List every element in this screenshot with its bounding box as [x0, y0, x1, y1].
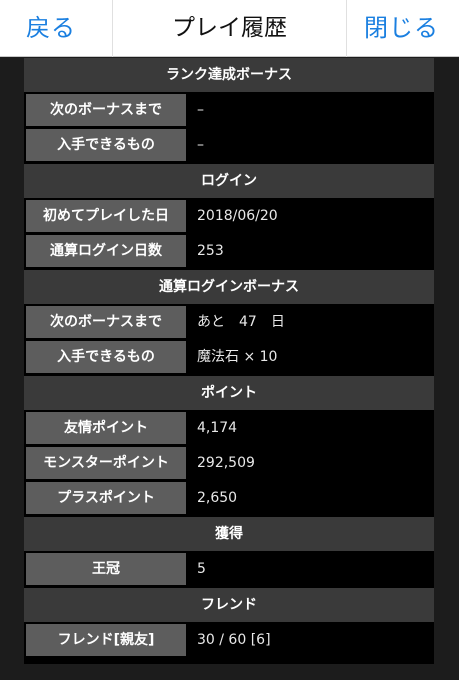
table-row: 王冠 5 — [24, 552, 434, 586]
table-row: プラスポイント 2,650 — [24, 481, 434, 515]
row-value: 5 — [188, 553, 432, 585]
table-row: モンスターポイント 292,509 — [24, 446, 434, 480]
close-button[interactable]: 閉じる — [364, 0, 439, 57]
table-row: 次のボーナスまで – — [24, 93, 434, 127]
row-label: 初めてプレイした日 — [26, 200, 186, 232]
row-label: 入手できるもの — [26, 129, 186, 161]
section-header-points: ポイント — [24, 376, 434, 410]
row-value: 292,509 — [188, 447, 432, 479]
row-value: 2,650 — [188, 482, 432, 514]
row-label: モンスターポイント — [26, 447, 186, 479]
table-row: 友情ポイント 4,174 — [24, 411, 434, 445]
page-title: プレイ履歴 — [172, 15, 287, 41]
row-value: 30 / 60 [6] — [188, 624, 432, 656]
row-label: フレンド[親友] — [26, 624, 186, 656]
section-header-acquired: 獲得 — [24, 517, 434, 551]
section-header-rank-bonus: ランク達成ボーナス — [24, 58, 434, 92]
row-value: 魔法石 × 10 — [188, 341, 432, 373]
section-header-login: ログイン — [24, 164, 434, 198]
row-value: 253 — [188, 235, 432, 267]
back-button[interactable]: 戻る — [26, 0, 76, 57]
table-row: フレンド[親友] 30 / 60 [6] — [24, 623, 434, 657]
navigation-bar: 戻る プレイ履歴 閉じる — [0, 0, 459, 57]
table-row: 入手できるもの – — [24, 128, 434, 162]
row-value: あと 47 日 — [188, 306, 432, 338]
table-row: 入手できるもの 魔法石 × 10 — [24, 340, 434, 374]
row-label: 王冠 — [26, 553, 186, 585]
row-label: 次のボーナスまで — [26, 94, 186, 126]
table-row: 通算ログイン日数 253 — [24, 234, 434, 268]
section-header-friends: フレンド — [24, 588, 434, 622]
row-value: 2018/06/20 — [188, 200, 432, 232]
play-history-table: ランク達成ボーナス 次のボーナスまで – 入手できるもの – ログイン 初めてプ… — [24, 58, 434, 664]
row-label: 入手できるもの — [26, 341, 186, 373]
section-header-login-bonus: 通算ログインボーナス — [24, 270, 434, 304]
row-label: 通算ログイン日数 — [26, 235, 186, 267]
row-value: – — [188, 94, 432, 126]
row-label: 友情ポイント — [26, 412, 186, 444]
nav-divider — [346, 0, 347, 57]
row-label: 次のボーナスまで — [26, 306, 186, 338]
row-value: 4,174 — [188, 412, 432, 444]
row-label: プラスポイント — [26, 482, 186, 514]
table-row: 初めてプレイした日 2018/06/20 — [24, 199, 434, 233]
row-value: – — [188, 129, 432, 161]
table-row: 次のボーナスまで あと 47 日 — [24, 305, 434, 339]
content-area[interactable]: ランク達成ボーナス 次のボーナスまで – 入手できるもの – ログイン 初めてプ… — [0, 58, 459, 680]
